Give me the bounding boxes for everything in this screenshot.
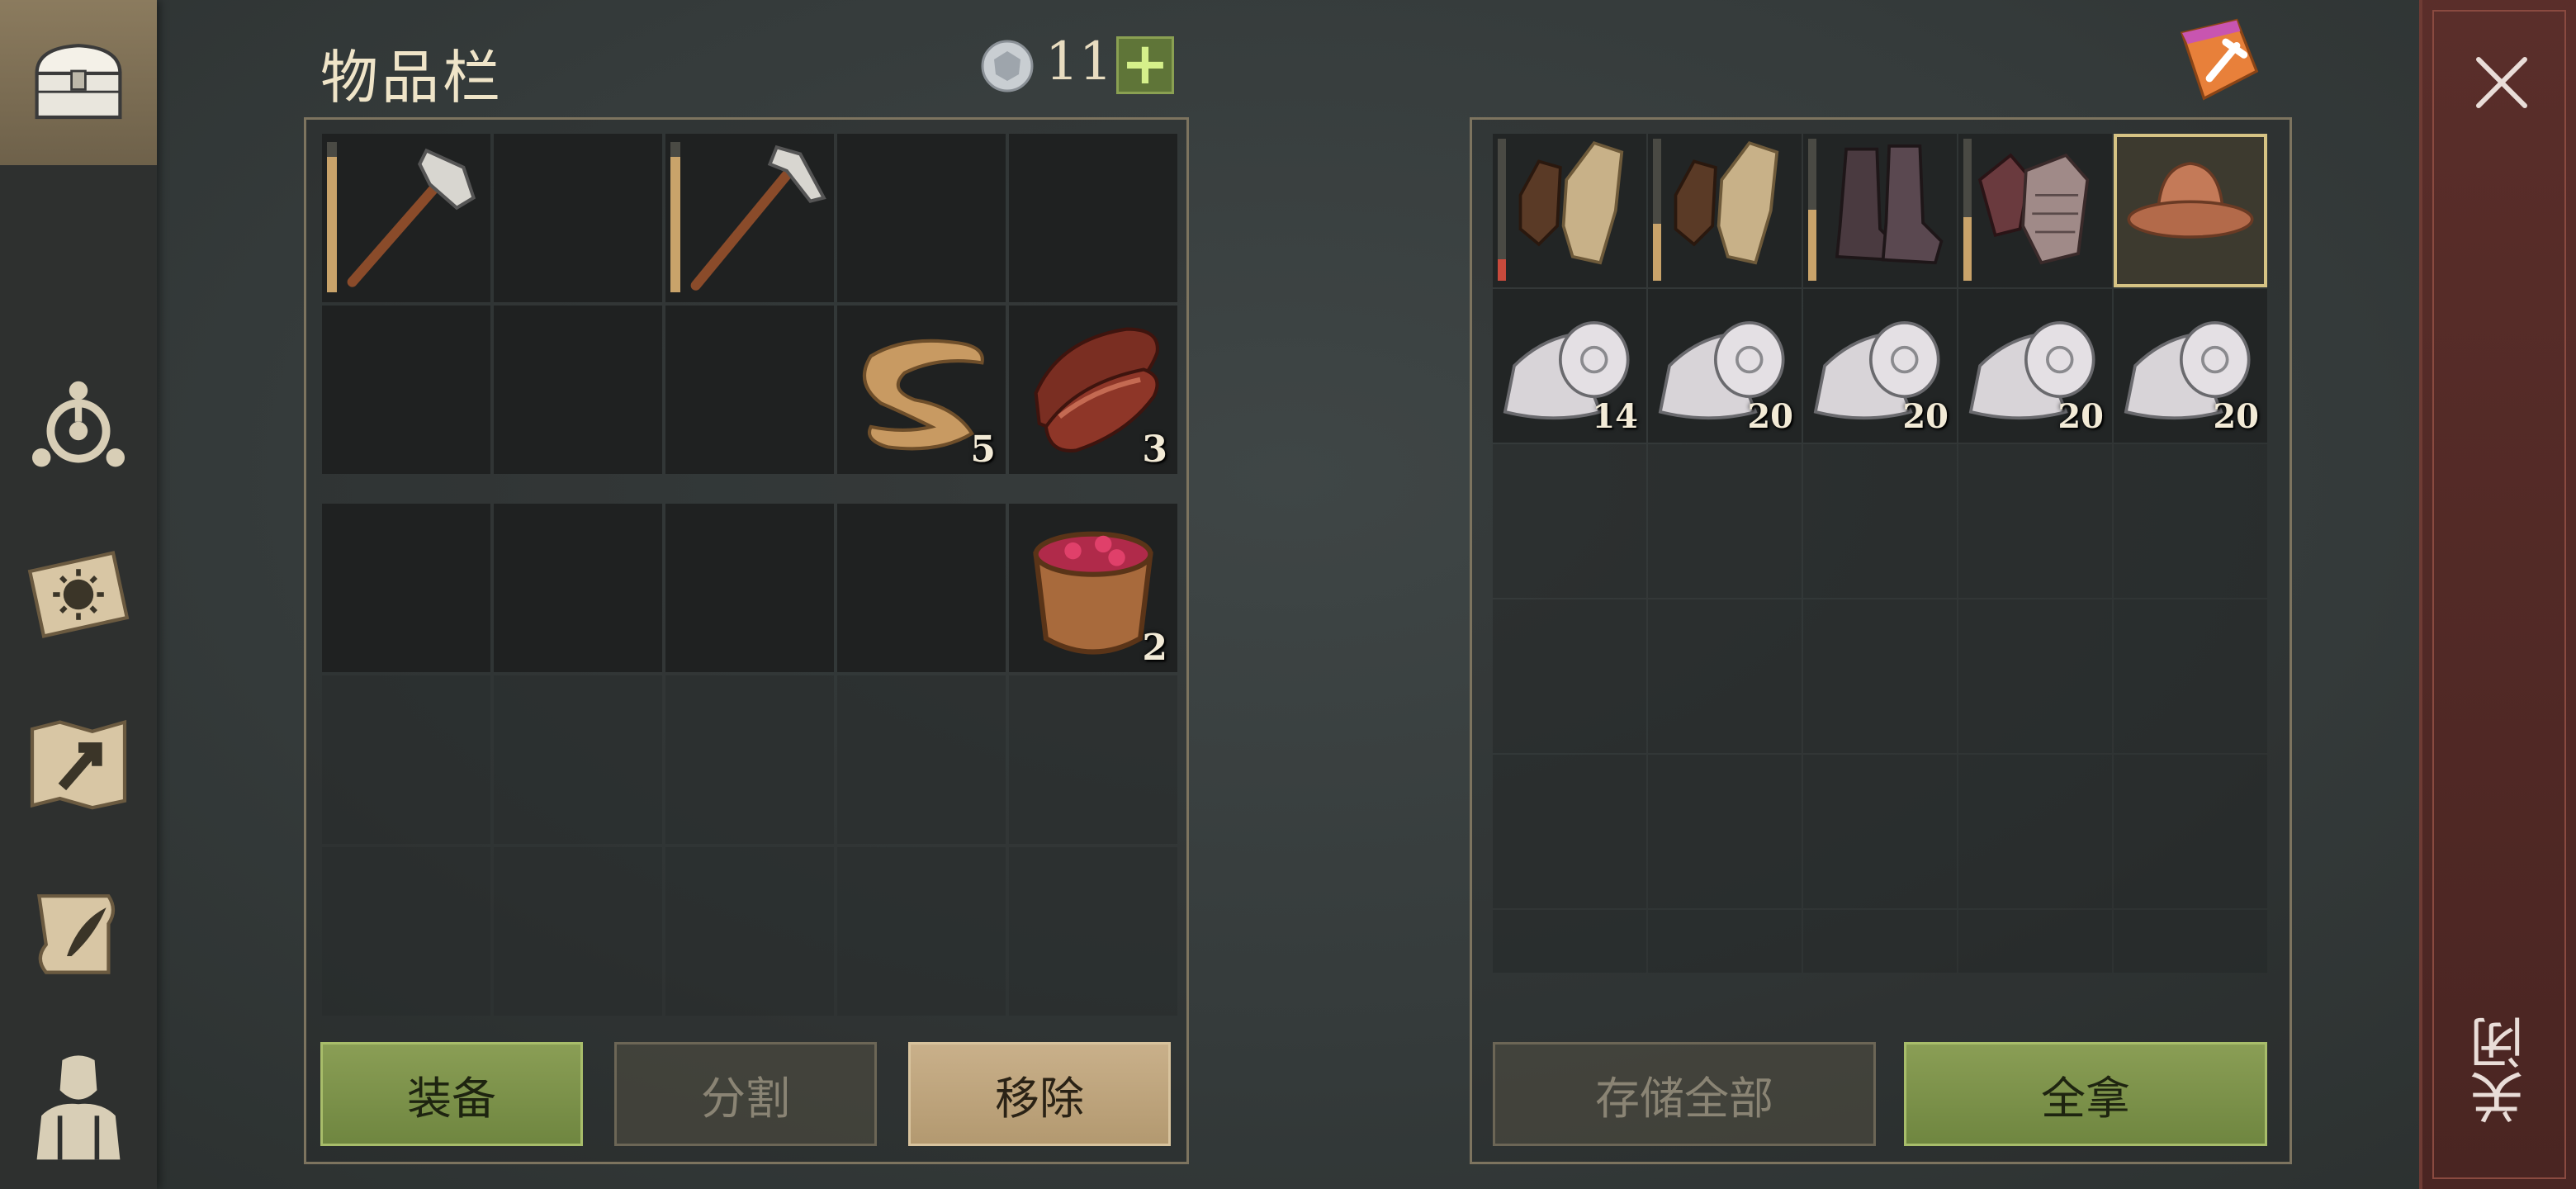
page-title: 物品栏 (320, 44, 504, 111)
stone-hatchet-icon (347, 148, 476, 287)
container-slot[interactable]: 20 (1648, 289, 1802, 443)
container-slot[interactable] (1958, 755, 2112, 908)
item-quantity: 20 (2057, 397, 2104, 436)
close-icon[interactable] (2469, 50, 2535, 116)
container-slot[interactable] (1958, 910, 2112, 973)
item-quantity: 20 (1902, 397, 1949, 436)
container-slot[interactable] (1803, 755, 1957, 908)
leather-gloves-icon (1518, 140, 1624, 265)
locked-slot (837, 675, 1006, 844)
container-slot[interactable]: 20 (1958, 289, 2112, 443)
item-quantity: 14 (1592, 397, 1638, 436)
equip-button[interactable]: 装备 (320, 1042, 583, 1146)
container-slot[interactable] (1648, 910, 1802, 973)
sidebar-item-events[interactable] (0, 512, 157, 677)
container-slot[interactable] (2114, 134, 2267, 287)
container-slot[interactable] (1648, 444, 1802, 598)
leather-boots-icon (1835, 144, 1944, 265)
item-quantity: 3 (1142, 429, 1167, 471)
inventory-slot[interactable] (665, 134, 834, 302)
container-slot[interactable] (1493, 599, 1646, 753)
inventory-slot[interactable] (1009, 134, 1177, 302)
add-currency-button[interactable]: + (1116, 35, 1174, 94)
pocket-slot[interactable] (494, 504, 662, 672)
sun-book-icon (27, 551, 130, 638)
container-slot[interactable] (1958, 134, 2112, 287)
container-slot[interactable]: 20 (1803, 289, 1957, 443)
locked-slot (322, 675, 490, 844)
inventory-slot[interactable]: 3 (1009, 306, 1177, 474)
inventory-slot[interactable] (665, 306, 834, 474)
container-slot[interactable] (2114, 755, 2267, 908)
inventory-slot[interactable] (494, 306, 662, 474)
copper-helmet-icon (2127, 162, 2254, 239)
inventory-slot[interactable] (322, 306, 490, 474)
item-quantity: 20 (1747, 397, 1793, 436)
container-slot[interactable] (1803, 910, 1957, 973)
item-quantity: 5 (970, 429, 996, 471)
container-slot[interactable]: 14 (1493, 289, 1646, 443)
pocket-slot[interactable] (837, 504, 1006, 672)
container-slot[interactable] (2114, 910, 2267, 973)
split-button[interactable]: 分割 (614, 1042, 877, 1146)
container-slot[interactable] (1493, 910, 1646, 973)
container-slot[interactable] (1803, 444, 1957, 598)
container-slot[interactable] (1493, 444, 1646, 598)
pocket-slot[interactable] (665, 504, 834, 672)
remove-button[interactable]: 移除 (908, 1042, 1171, 1146)
container-slot[interactable] (1493, 134, 1646, 287)
chest-icon (35, 44, 122, 120)
sidebar-item-recipes[interactable] (0, 850, 157, 1016)
sidebar-item-map[interactable] (0, 681, 157, 846)
locked-slot (494, 847, 662, 1016)
container-slot[interactable] (1648, 134, 1802, 287)
close-label[interactable]: 关闭 (2469, 1016, 2533, 1125)
item-quantity: 20 (2213, 397, 2259, 436)
pocket-slot[interactable]: 2 (1009, 504, 1177, 672)
map-arrow-icon (30, 719, 127, 810)
close-panel[interactable] (2419, 0, 2576, 1189)
container-slot[interactable] (1803, 599, 1957, 753)
sort-broom-icon[interactable] (2173, 15, 2264, 106)
sidebar-item-skills[interactable] (0, 343, 157, 508)
chainmail-gloves-icon (1977, 153, 2090, 265)
container-grid: 14 20 20 20 20 (1493, 134, 2267, 1022)
inventory-slot[interactable] (322, 134, 490, 302)
sidebar (0, 0, 157, 1189)
character-silhouette-icon (36, 1055, 121, 1160)
container-slot[interactable] (2114, 444, 2267, 598)
stone-pickaxe-icon (690, 144, 826, 291)
container-slot[interactable] (1958, 444, 2112, 598)
locked-slot (322, 847, 490, 1016)
locked-slot (837, 847, 1006, 1016)
locked-slot (1009, 847, 1177, 1016)
locked-slot (494, 675, 662, 844)
container-slot[interactable] (1803, 134, 1957, 287)
leather-gloves-icon (1674, 140, 1779, 265)
locked-slot (665, 675, 834, 844)
sidebar-item-character[interactable] (0, 1024, 157, 1189)
locked-slot (1009, 675, 1177, 844)
sidebar-item-chest[interactable] (0, 0, 157, 165)
inventory-slot[interactable]: 5 (837, 306, 1006, 474)
locked-slot (665, 847, 834, 1016)
compass-icon (32, 381, 125, 467)
take-all-button[interactable]: 全拿 (1904, 1042, 2267, 1146)
pocket-slot[interactable] (322, 504, 490, 672)
container-slot[interactable] (1958, 599, 2112, 753)
container-slot[interactable] (1493, 755, 1646, 908)
container-slot[interactable] (1648, 755, 1802, 908)
inventory-slot[interactable] (837, 134, 1006, 302)
currency-count: 11 (1045, 31, 1113, 92)
container-slot[interactable]: 20 (2114, 289, 2267, 443)
silver-coin-icon (981, 40, 1034, 92)
store-all-button[interactable]: 存储全部 (1493, 1042, 1876, 1146)
scroll-quill-icon (36, 894, 116, 974)
container-slot[interactable] (1648, 599, 1802, 753)
item-quantity: 2 (1142, 627, 1167, 669)
inventory-slot[interactable] (494, 134, 662, 302)
container-slot[interactable] (2114, 599, 2267, 753)
